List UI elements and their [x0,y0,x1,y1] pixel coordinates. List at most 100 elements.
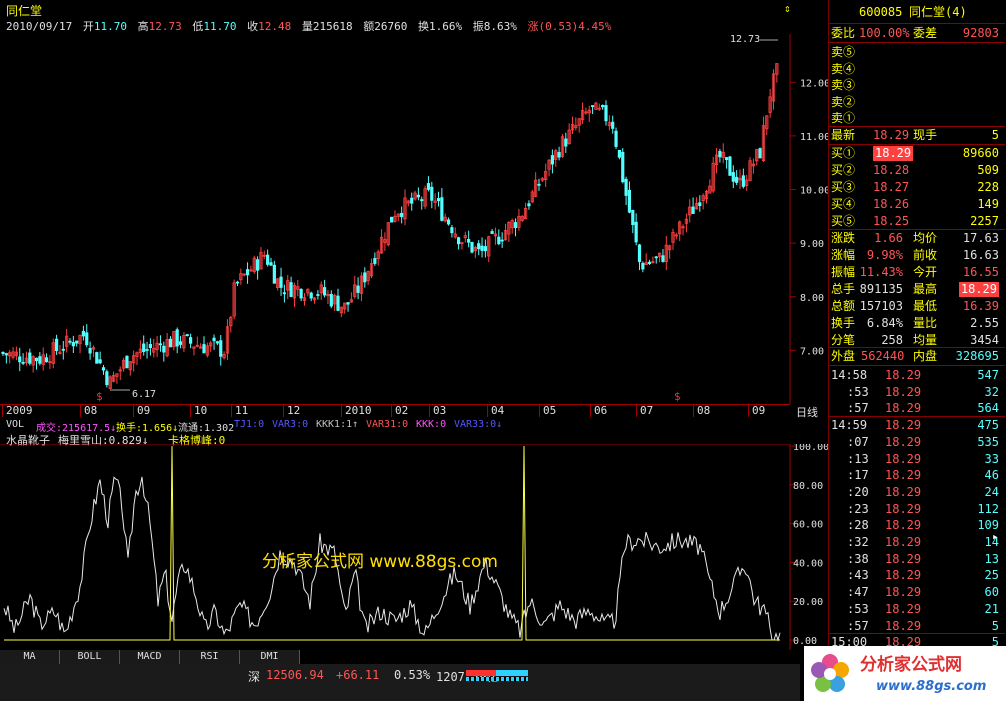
vol-legend-item: VAR3:0 [272,419,309,430]
status-bar: 深 12506.94 +66.11 0.53% 1207.29亿 [0,664,800,701]
tick-time: :47 [847,585,869,600]
ohlc-info-bar: 2010/09/17 开11.70 高12.73 低11.70 收12.48 量… [0,18,790,34]
latest-label: 最新 [831,128,856,142]
sell-label: 卖③ [831,78,856,92]
signal-marker-icon: $ [96,390,103,403]
date-tick: 08 [697,404,711,417]
tick-row: 14:58 18.29 547 [829,367,1005,384]
candlestick-chart[interactable]: 12.00 11.00 10.00 9.00 8.00 7.00 12.73 6.17 $… [0,34,828,404]
market-breadth-icon [466,677,528,681]
date-tick: 12 [287,404,301,417]
candle [51,338,55,369]
price-axis-tick: 10.00 [800,186,828,197]
tick-time: :17 [847,468,869,483]
tick-price: 18.29 [885,401,922,416]
info-vol: 215618 [312,20,353,33]
indicator-chart[interactable]: 100.0080.0060.0040.0020.000.00 分析家公式网 ww… [0,444,828,650]
status-pct: 0.53% [394,668,431,682]
info-close: 12.48 [258,20,292,33]
waipan-value: 562440 [861,349,905,363]
candle [232,279,236,320]
tick-row: 14:59 18.29 475 [829,417,1005,434]
info-close-label: 收 [247,20,259,33]
weicha-label: 委差 [913,26,938,40]
tab-ma[interactable]: MA [0,650,60,664]
buy-row: 买⑤ 18.25 2257 [829,213,1005,230]
sell-row: 卖③ [829,77,1005,94]
date-tick: 05 [543,404,557,417]
candle [95,351,99,364]
tick-time: :07 [847,434,869,449]
sell-label: 卖② [831,94,856,109]
stat-row: 总额 157103 最低 16.39 [829,298,1005,315]
date-tick-mark [748,405,749,417]
date-tick-mark [80,405,81,417]
candle [423,185,427,210]
stat-label: 最低 [913,299,938,313]
candle [594,101,598,110]
stat-row: 振幅 11.43% 今开 16.55 [829,264,1005,281]
buy-price: 18.29 [873,146,914,161]
tick-row: :23 18.29 112 [829,501,1005,518]
price-axis-tick: 7.00 [800,346,824,357]
date-tick-mark [231,405,232,417]
buy-label: 买④ [831,197,856,211]
tick-vol: 32 [984,384,999,399]
date-tick-mark [636,405,637,417]
date-tick-mark [190,405,191,417]
xianshou-value: 5 [991,128,999,142]
info-amp: 8.63% [483,20,517,33]
info-open: 11.70 [93,20,127,33]
buy-vol: 228 [977,180,999,194]
date-tick-mark [693,405,694,417]
tick-row: :43 18.29 25 [829,567,1005,584]
tab-boll[interactable]: BOLL [60,650,120,664]
info-amp-label: 振 [472,20,484,33]
buy-row: 买③ 18.27 228 [829,179,1005,196]
candle [386,222,390,247]
date-tick: 09 [137,404,151,417]
date-tick: 2009 [6,404,33,417]
tick-price: 18.29 [885,434,922,449]
weibi-value: 100.00% [859,26,910,40]
stat-label: 总额 [831,299,856,313]
tab-macd[interactable]: MACD [120,650,180,664]
tab-rsi[interactable]: RSI [180,650,240,664]
tick-price: 18.29 [885,601,922,616]
tick-vol: 535 [977,434,999,449]
pin-icon[interactable]: ⇕ [784,2,791,15]
date-tick: 02 [395,404,409,417]
tick-row: :38 18.29 13 [829,551,1005,568]
stat-value: 18.29 [958,282,999,297]
date-tick: 06 [594,404,608,417]
candle [389,216,394,223]
indicator-axis-tick: 100.00 [793,444,828,453]
date-tick-mark [539,405,540,417]
tick-row: :53 18.29 32 [829,384,1005,401]
stat-label: 振幅 [831,265,856,279]
candle [758,147,762,159]
date-tick-mark [391,405,392,417]
tick-vol: 475 [977,418,999,433]
tick-time: :53 [847,384,869,399]
stat-label: 换手 [831,316,856,330]
tab-dmi[interactable]: DMI [240,650,300,664]
tick-time: :28 [847,518,869,533]
tick-row: :47 18.29 60 [829,584,1005,601]
date-tick: 04 [491,404,505,417]
stat-value: 157103 [859,299,903,313]
site-logo: 分析家公式网 www.88gs.com [804,646,1006,701]
max-price-label: 12.73 [730,34,760,45]
buy-row: 买① 18.29 89660 [829,145,1005,162]
indicator-axis-tick: 40.00 [793,558,823,569]
date-tick: 09 [752,404,766,417]
tick-vol: 60 [984,585,999,600]
price-axis-tick: 9.00 [800,239,824,250]
tick-time: :13 [847,451,869,466]
info-turn-label: 换 [417,20,429,33]
price-axis-tick: 8.00 [800,293,824,304]
stat-label: 涨跌 [831,231,856,245]
buy-row: 买④ 18.26 149 [829,196,1005,213]
panel-scroll-arrow-icon[interactable]: ▸ [992,530,1004,560]
stat-value: 16.63 [962,248,999,262]
